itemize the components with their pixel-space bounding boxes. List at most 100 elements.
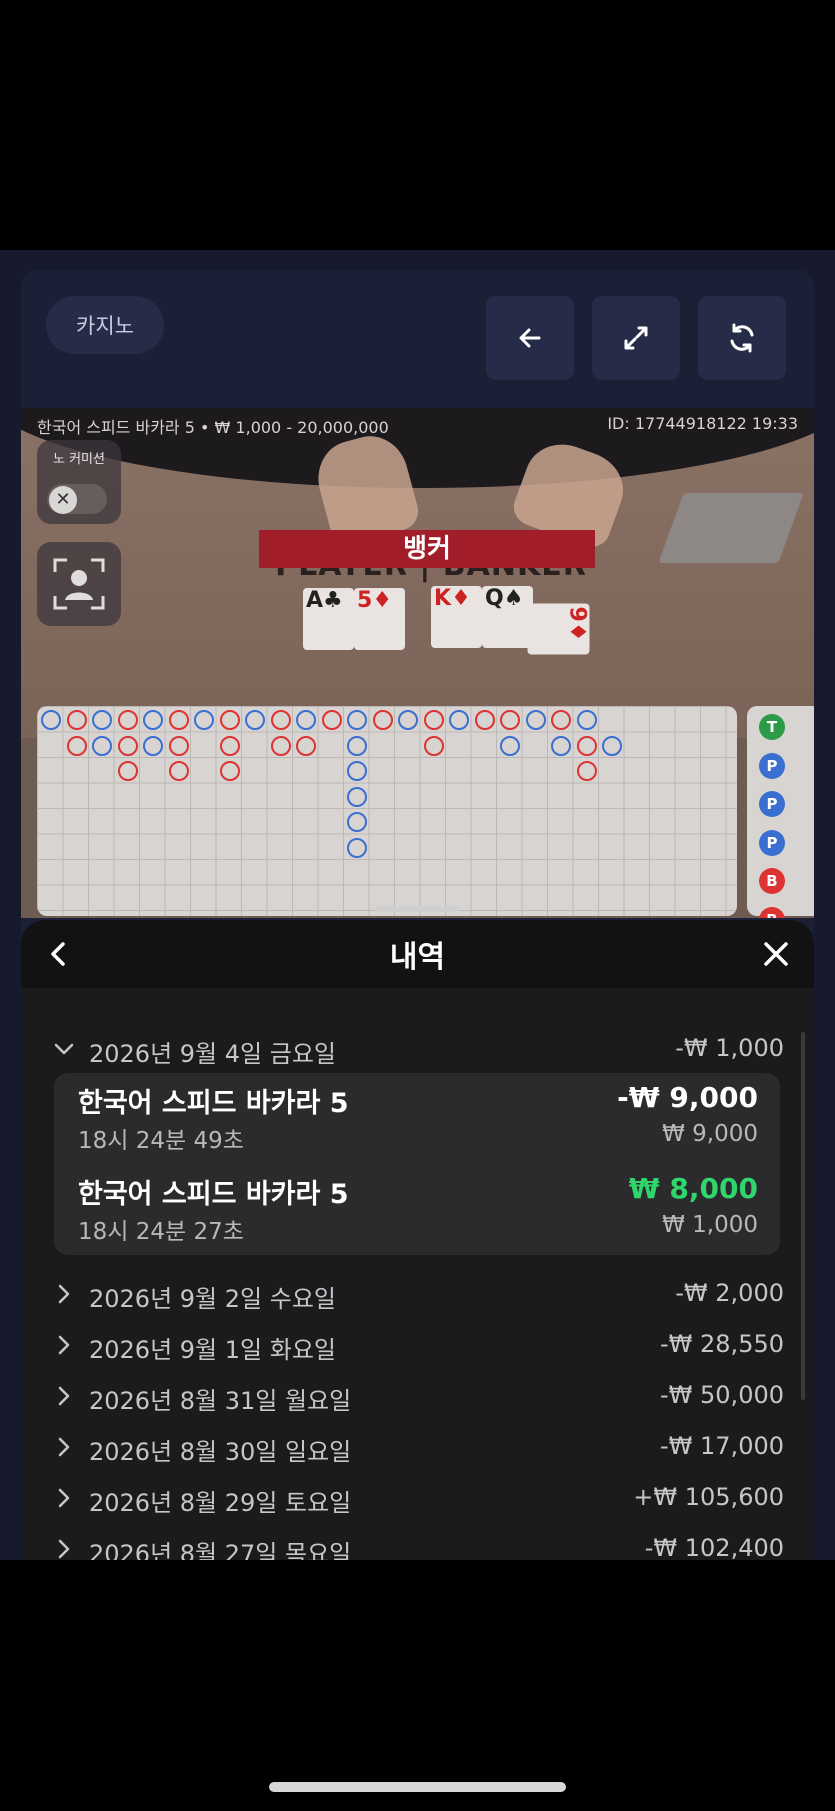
refresh-button[interactable] — [698, 296, 786, 380]
road-marker — [41, 710, 61, 730]
road-marker — [117, 710, 138, 730]
road-marker — [66, 735, 87, 756]
road-marker — [372, 710, 393, 730]
day-date: 2026년 9월 4일 금요일 — [89, 1040, 336, 1068]
road-marker — [321, 710, 342, 730]
day-amount: -₩ 2,000 — [675, 1279, 784, 1307]
person-focus-icon — [53, 558, 105, 610]
back-arrow-button[interactable] — [486, 296, 574, 380]
history-header: 내역 — [21, 920, 814, 988]
chevron-right-icon — [58, 1539, 70, 1559]
road-marker — [296, 710, 316, 730]
day-amount: -₩ 28,550 — [660, 1330, 784, 1358]
road-marker — [270, 710, 291, 730]
scrollbar[interactable] — [801, 1032, 805, 1400]
day-date: 2026년 8월 31일 월요일 — [89, 1387, 352, 1415]
road-marker — [219, 735, 240, 756]
player-card: 5♦ — [354, 588, 405, 650]
bet-time: 18시 24분 27초 — [78, 1219, 244, 1245]
bet-game: 한국어 스피드 바카라 5 — [78, 1088, 349, 1119]
road-marker — [500, 735, 520, 756]
history-day-row[interactable]: 2026년 8월 30일 일요일 -₩ 17,000 — [51, 1428, 784, 1468]
road-marker — [219, 761, 240, 781]
bead-road-marker: P — [759, 791, 785, 817]
bet-game: 한국어 스피드 바카라 5 — [78, 1179, 349, 1210]
road-marker — [576, 761, 597, 781]
day-amount: -₩ 17,000 — [660, 1432, 784, 1460]
road-marker — [168, 761, 189, 781]
road-marker — [296, 735, 316, 756]
game-id: ID: 17744918122 19:33 — [607, 414, 798, 433]
history-day-row[interactable]: 2026년 8월 31일 월요일 -₩ 50,000 — [51, 1377, 784, 1417]
road-marker — [66, 710, 87, 730]
bead-road-marker: P — [759, 752, 785, 779]
road-marker — [117, 735, 138, 756]
road-marker — [525, 710, 546, 730]
bet-row[interactable]: 한국어 스피드 바카라 5 18시 24분 49초 -₩ 9,000 ₩ 9,0… — [78, 1081, 758, 1161]
bead-road-marker: B — [759, 868, 785, 894]
fullscreen-button[interactable] — [592, 296, 680, 380]
arrow-left-icon — [519, 328, 541, 348]
bead-road-marker: T — [759, 714, 785, 740]
bet-time: 18시 24분 49초 — [78, 1128, 244, 1154]
bead-road-scoreboard[interactable]: TPPPBB — [747, 706, 814, 918]
sheet-drag-handle[interactable] — [375, 906, 459, 912]
chevron-right-icon — [58, 1488, 70, 1508]
history-sheet: 내역 2026년 9월 4일 금요일 -₩ 1,000 한국어 스피드 바카라 … — [21, 920, 814, 1560]
banker-card: 9♦ — [527, 603, 590, 655]
chevron-right-icon — [58, 1437, 70, 1457]
history-day-row[interactable]: 2026년 9월 1일 화요일 -₩ 28,550 — [51, 1326, 784, 1366]
chevron-right-icon — [58, 1386, 70, 1406]
banner-card: K♦ — [431, 586, 482, 648]
bet-result: ₩ 8,000 — [628, 1172, 758, 1205]
road-marker — [270, 735, 291, 756]
day-amount: -₩ 50,000 — [660, 1381, 784, 1409]
chevron-right-icon — [58, 1284, 70, 1304]
result-banner: 뱅커 — [259, 530, 595, 568]
road-marker — [92, 735, 112, 756]
day-amount: +₩ 105,600 — [633, 1483, 784, 1511]
dealer-view-button[interactable] — [37, 542, 121, 626]
road-marker — [423, 710, 444, 730]
bet-stake: ₩ 9,000 — [662, 1121, 758, 1147]
bead-road-marker: B — [759, 906, 785, 918]
bead-road-marker: P — [759, 829, 785, 856]
home-indicator[interactable] — [269, 1782, 566, 1792]
casino-chip[interactable]: 카지노 — [46, 296, 164, 354]
road-marker — [576, 710, 597, 730]
bet-stake: ₩ 1,000 — [662, 1212, 758, 1238]
road-marker — [92, 710, 112, 730]
day-date: 2026년 9월 1일 화요일 — [89, 1336, 336, 1364]
chevron-right-icon — [58, 1335, 70, 1355]
road-marker — [347, 761, 367, 781]
day-date: 2026년 8월 30일 일요일 — [89, 1438, 352, 1466]
player-card: A♣ — [303, 588, 354, 650]
day-date: 2026년 9월 2일 수요일 — [89, 1285, 336, 1313]
refresh-icon — [730, 323, 754, 353]
live-video-stream[interactable]: 한국어 스피드 바카라 5 • ₩ 1,000 - 20,000,000 ID:… — [21, 408, 814, 918]
road-marker — [576, 735, 597, 756]
big-road-scoreboard[interactable] — [37, 706, 737, 916]
card-shoe — [658, 493, 804, 563]
road-marker — [474, 710, 495, 730]
road-marker — [245, 710, 265, 730]
no-commission-toggle[interactable]: 노 커미션 ✕ — [37, 440, 121, 524]
bet-row[interactable]: 한국어 스피드 바카라 5 18시 24분 27초 ₩ 8,000 ₩ 1,00… — [78, 1172, 758, 1252]
road-marker — [602, 735, 622, 756]
road-marker — [551, 710, 571, 730]
road-marker — [168, 735, 189, 756]
day-date: 2026년 8월 29일 토요일 — [89, 1489, 352, 1517]
day-date: 2026년 8월 27일 목요일 — [89, 1540, 352, 1560]
banker-card: Q♠ — [482, 586, 533, 648]
road-marker — [194, 710, 214, 730]
close-icon[interactable] — [756, 934, 796, 974]
day-amount: -₩ 102,400 — [644, 1534, 784, 1560]
history-day-row[interactable]: 2026년 9월 4일 금요일 -₩ 1,000 — [51, 1030, 784, 1070]
history-day-row[interactable]: 2026년 8월 29일 토요일 +₩ 105,600 — [51, 1479, 784, 1519]
history-day-row[interactable]: 2026년 8월 27일 목요일 -₩ 102,400 — [51, 1530, 784, 1560]
road-marker — [500, 710, 520, 730]
road-marker — [423, 735, 444, 756]
history-day-row[interactable]: 2026년 9월 2일 수요일 -₩ 2,000 — [51, 1275, 784, 1315]
chevron-down-icon — [54, 1043, 74, 1055]
close-icon: ✕ — [49, 486, 77, 514]
